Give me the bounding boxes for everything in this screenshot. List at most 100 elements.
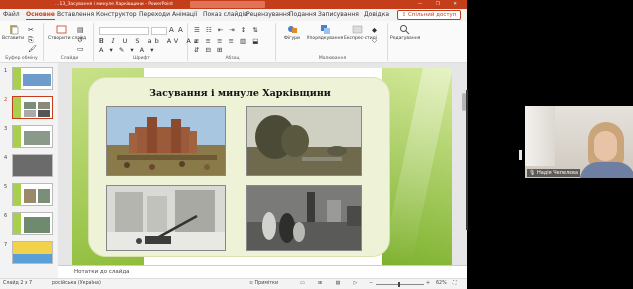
search-box[interactable]: [190, 1, 265, 8]
shapes-label: Фігури: [284, 36, 300, 41]
slide-thumbnails-pane: 1 2 3 4 5 6 7: [0, 63, 58, 278]
window-divider: [466, 90, 468, 230]
participant-name: Надія Чепелєва: [536, 170, 579, 176]
thumbnail-preview: [12, 154, 53, 177]
paste-button[interactable]: Вставити: [2, 24, 24, 41]
notes-pane[interactable]: Нотатки до слайда: [58, 265, 467, 278]
tab-animations[interactable]: Анімації: [172, 9, 197, 21]
window-controls[interactable]: — ❐ ✕: [418, 0, 463, 9]
participant-face: [594, 131, 617, 161]
zoom-out-button[interactable]: −: [369, 279, 373, 289]
shapes-button[interactable]: Фігури: [280, 24, 304, 41]
align-icons[interactable]: ≡ ≡ ≡ ≡ ▥ ⬓: [194, 37, 260, 45]
shape-outline-icon[interactable]: ◇: [372, 36, 379, 44]
format-painter-icon[interactable]: 🖌: [28, 45, 39, 53]
zoom-slider[interactable]: [376, 282, 424, 287]
title-bar: …13_Засування і минуле Харківщини - Powe…: [0, 0, 467, 9]
tab-view[interactable]: Подання: [289, 9, 316, 21]
reset-icon[interactable]: ↺: [77, 36, 85, 44]
thumbnail-number: 5: [4, 184, 8, 190]
mic-icon: 🎙: [529, 170, 536, 176]
thumbnail-number: 6: [4, 213, 8, 219]
thumbnail-number: 2: [4, 97, 8, 103]
participant-video-tile[interactable]: 🎙 Надія Чепелєва: [525, 106, 633, 178]
thumbnail-preview: [12, 241, 53, 264]
language-indicator[interactable]: російська (Україна): [52, 279, 101, 289]
search-icon: [399, 25, 409, 35]
slides-group: Створити слайд ▤ ↺ ▭ Слайди: [46, 23, 94, 61]
shrink-font-icon[interactable]: A: [178, 26, 185, 34]
font-format-icons[interactable]: 𝐁 𝘐 U S ab AV Aa: [99, 37, 201, 46]
ribbon: Вставити ✂ ⎘ 🖌 Буфер обміну Створити сла…: [0, 21, 467, 63]
arrange-icon: [320, 25, 330, 34]
new-slide-button[interactable]: Створити слайд: [48, 24, 86, 41]
tab-recording[interactable]: Записування: [318, 9, 359, 21]
font-group-label: Шрифт: [132, 56, 151, 61]
paste-icon: [9, 25, 18, 35]
new-slide-icon: [56, 25, 66, 34]
paragraph-group: ☰ ☷ ⇤ ⇥ ↕ ⇅ ≡ ≡ ≡ ≡ ▥ ⬓ ⇵ ⊟ ⊞ Абзац: [190, 23, 276, 61]
editing-button[interactable]: Редагування: [390, 24, 421, 41]
view-buttons[interactable]: ▭ ⊞ ▤ ▷: [300, 279, 363, 289]
thumbnail-number: 7: [4, 242, 8, 248]
section-icon[interactable]: ▭: [77, 45, 86, 53]
text-direction-icons[interactable]: ⇵ ⊟ ⊞: [194, 46, 224, 54]
shape-fill-icon[interactable]: ◆: [372, 26, 379, 34]
thumbnail-number: 3: [4, 126, 8, 132]
layout-icon[interactable]: ▤: [77, 26, 86, 34]
anti-aircraft-gun-photo[interactable]: [106, 185, 226, 251]
status-bar: Слайд 2 з 7 російська (Україна) ≡ Приміт…: [0, 278, 467, 289]
fit-slide-icon[interactable]: ⛶: [453, 279, 456, 289]
thumbnail-preview: [12, 125, 53, 148]
share-button[interactable]: ⇪ Спільний доступ: [397, 10, 461, 20]
tab-file[interactable]: Файл: [3, 9, 20, 21]
editing-label: Редагування: [390, 36, 421, 41]
powerpoint-window: …13_Засування і минуле Харківщини - Powe…: [0, 0, 467, 289]
grow-font-icon[interactable]: A: [169, 26, 176, 34]
slide-canvas[interactable]: Засування і минуле Харківщини: [72, 68, 452, 265]
thumbnail-preview: [12, 212, 53, 235]
tab-review[interactable]: Рецензування: [246, 9, 290, 21]
participant-body: [580, 162, 633, 178]
screen: …13_Засування і минуле Харківщини - Powe…: [0, 0, 633, 289]
video-panel-handle[interactable]: [519, 150, 522, 160]
tab-insert[interactable]: Вставлення: [57, 9, 94, 21]
ribbon-tabs: Файл Основне Вставлення Конструктор Пере…: [0, 9, 467, 21]
zoom-level[interactable]: 62%: [436, 279, 447, 289]
thumbnail-number: 4: [4, 155, 8, 161]
font-color-icons[interactable]: A ▾ ✎ ▾ A ▾: [99, 46, 155, 54]
quick-styles-button[interactable]: Експрес-стилі: [344, 24, 377, 41]
tab-design[interactable]: Конструктор: [96, 9, 137, 21]
arrange-button[interactable]: Упорядкування: [306, 24, 344, 41]
slide-editor: Засування і минуле Харківщини Нотатки до…: [58, 63, 467, 278]
thumbnail-preview: [12, 183, 53, 206]
tab-transitions[interactable]: Переходи: [139, 9, 170, 21]
slide-title[interactable]: Засування і минуле Харківщини: [89, 88, 391, 99]
tab-slideshow[interactable]: Показ слайдів: [203, 9, 248, 21]
arrange-label: Упорядкування: [306, 36, 344, 41]
fortress-painting-image[interactable]: [106, 106, 226, 176]
landscape-painting-image[interactable]: [246, 106, 362, 176]
cut-icon[interactable]: ✂: [28, 26, 36, 34]
thumbnail-number: 1: [4, 68, 8, 74]
tab-home[interactable]: Основне: [26, 9, 55, 20]
copy-icon[interactable]: ⎘: [28, 36, 36, 45]
paste-label: Вставити: [2, 36, 25, 41]
font-size-field[interactable]: [151, 27, 167, 35]
font-group: A A 𝐁 𝘐 U S ab AV Aa A ▾ ✎ ▾ A ▾ Шрифт: [96, 23, 198, 61]
document-title: …13_Засування і минуле Харківщини - Powe…: [55, 2, 173, 7]
thumbnail-preview: [12, 67, 53, 90]
video-window-light: [525, 106, 555, 166]
font-name-field[interactable]: [99, 27, 149, 35]
quick-styles-icon: [352, 25, 362, 34]
drawing-group-label: Малювання: [318, 56, 347, 61]
notes-toggle[interactable]: ≡ Примітки: [249, 279, 278, 289]
war-ruins-photo[interactable]: [246, 185, 362, 251]
paragraph-group-label: Абзац: [225, 56, 240, 61]
tab-help[interactable]: Довідка: [364, 9, 389, 21]
thumbnail-preview: [12, 96, 53, 119]
slide-counter: Слайд 2 з 7: [3, 281, 33, 286]
clipboard-group: Вставити ✂ ⎘ 🖌 Буфер обміну: [0, 23, 44, 61]
zoom-in-button[interactable]: +: [426, 279, 430, 289]
list-icons[interactable]: ☰ ☷ ⇤ ⇥ ↕ ⇅: [194, 26, 260, 34]
